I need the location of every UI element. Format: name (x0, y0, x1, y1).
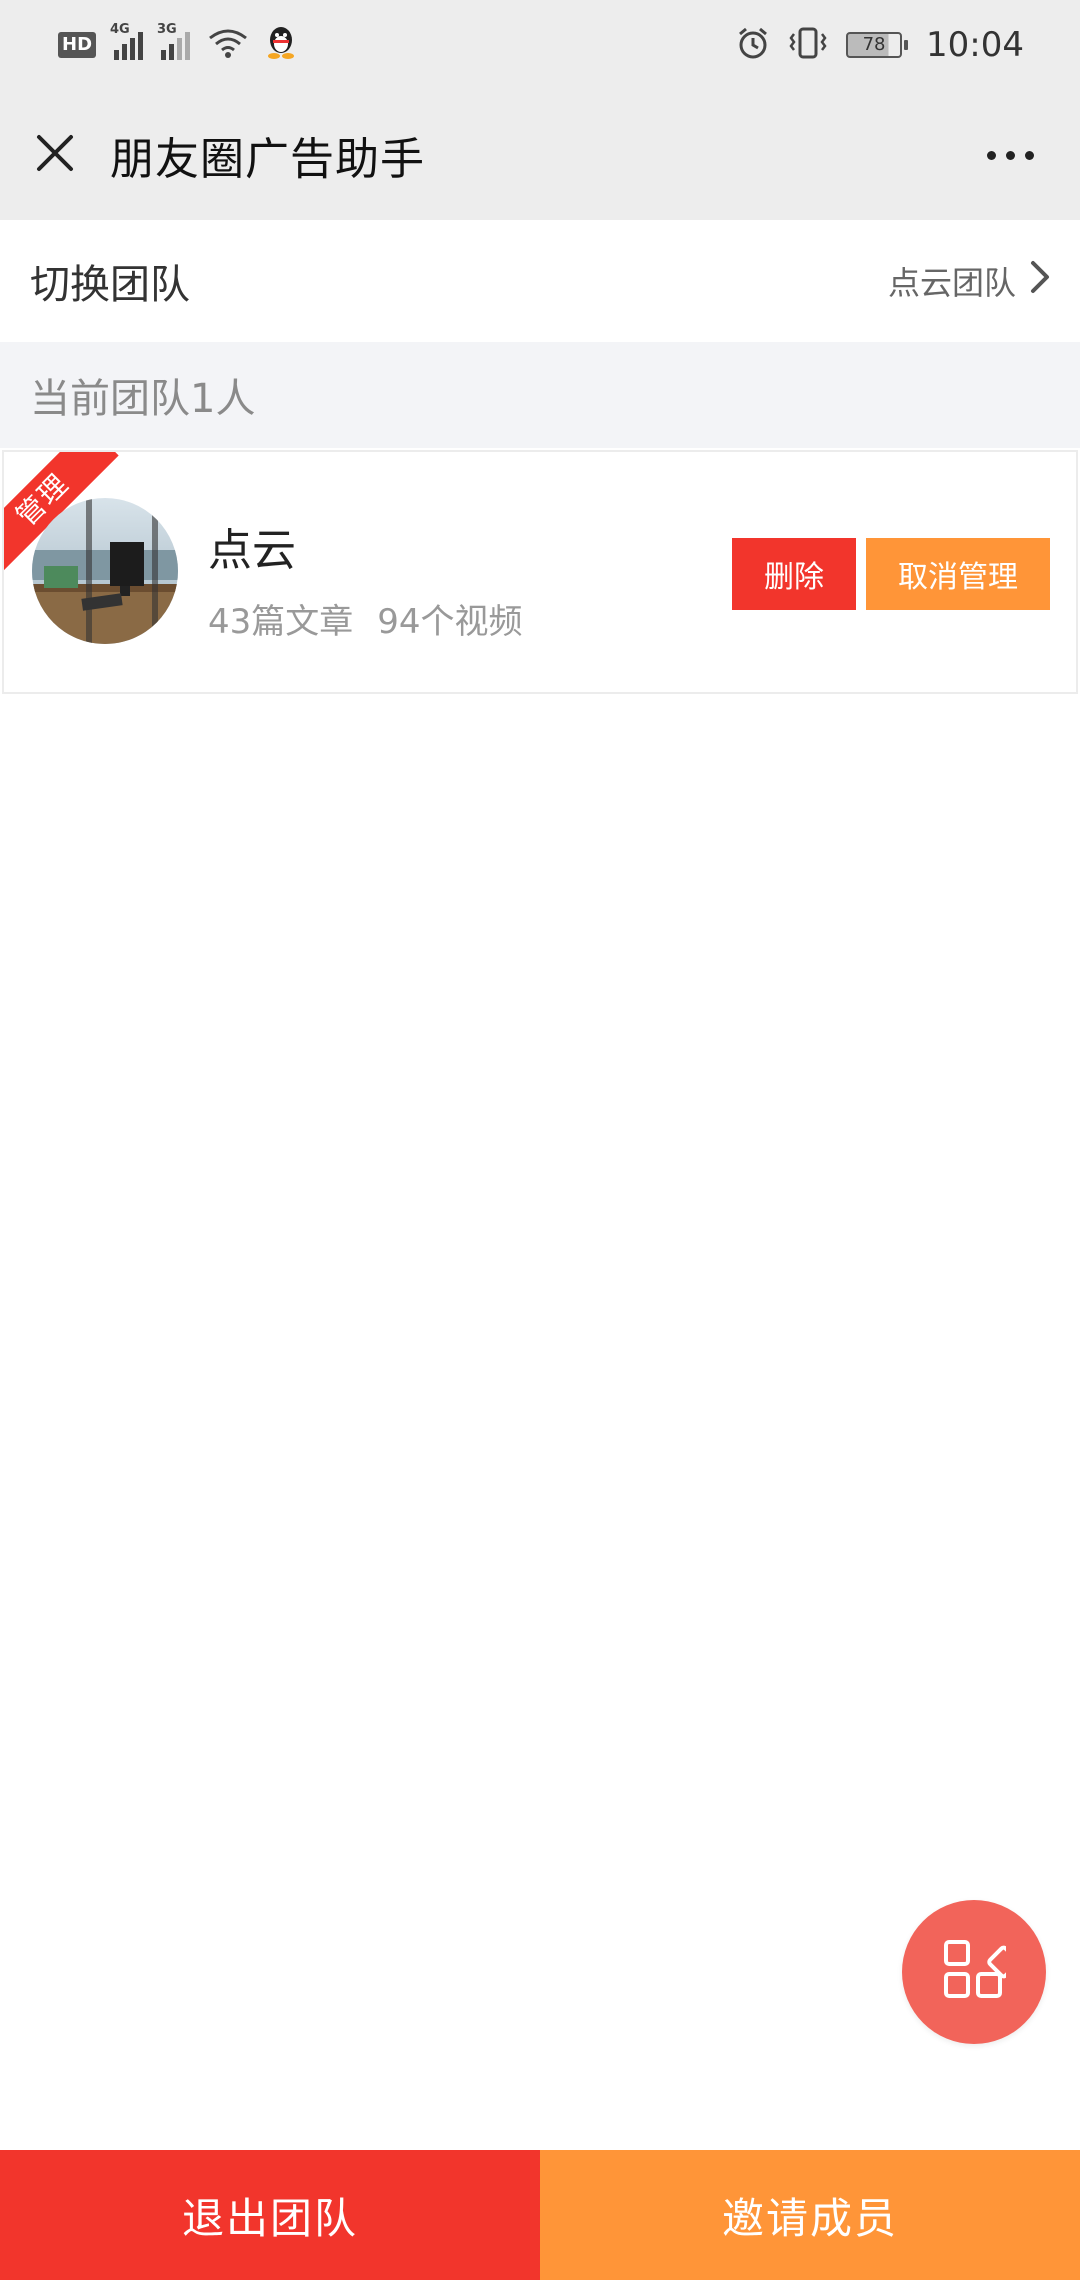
video-count: 94个视频 (377, 602, 523, 642)
member-card: 管理 点云 43篇文章 94个视频 删除 取消管理 (2, 450, 1078, 694)
apps-grid-icon (942, 1938, 1020, 2006)
page: HD 4G 3G 78 10:04 朋友圈广告助手 切换团队 点云团队 当前团队… (0, 0, 1080, 2280)
current-team: 点云团队 (888, 258, 1050, 304)
qq-penguin-icon (266, 26, 296, 64)
current-team-name: 点云团队 (887, 264, 1016, 302)
close-button[interactable] (0, 90, 110, 220)
status-right: 78 10:04 (736, 25, 1024, 65)
wifi-icon (208, 28, 248, 62)
vibrate-icon (788, 26, 828, 64)
more-dot (1024, 150, 1034, 160)
signal-3g-icon: 3G (157, 22, 191, 60)
more-dot (1005, 150, 1015, 160)
battery-icon: 78 (846, 32, 909, 58)
bottom-bar: 退出团队 邀请成员 (0, 2150, 1080, 2280)
status-left: HD 4G 3G (58, 22, 296, 64)
close-icon (33, 131, 77, 179)
cancel-admin-button[interactable]: 取消管理 (866, 538, 1050, 610)
more-button[interactable] (970, 115, 1050, 195)
delete-member-button[interactable]: 删除 (732, 538, 856, 610)
page-title: 朋友圈广告助手 (110, 134, 425, 185)
alarm-icon (736, 26, 770, 64)
signal-4g-icon: 4G (110, 22, 144, 60)
title-bar: 朋友圈广告助手 (0, 90, 1080, 220)
status-bar: HD 4G 3G 78 10:04 (0, 0, 1080, 90)
section-header: 当前团队1人 (0, 342, 1080, 448)
member-name: 点云 (208, 525, 296, 576)
switch-team-row[interactable]: 切换团队 点云团队 (0, 220, 1080, 342)
hd-badge: HD (58, 32, 97, 58)
floating-menu-button[interactable] (902, 1900, 1046, 2044)
battery-level: 78 (846, 32, 903, 58)
net2-label: 3G (157, 22, 177, 37)
clock: 10:04 (926, 25, 1024, 65)
article-count: 43篇文章 (208, 602, 354, 642)
chevron-right-icon (1030, 260, 1050, 302)
net1-label: 4G (110, 22, 130, 37)
more-dot (986, 150, 996, 160)
member-stats: 43篇文章 94个视频 (208, 594, 523, 643)
switch-team-label: 切换团队 (30, 262, 190, 308)
invite-member-button[interactable]: 邀请成员 (540, 2150, 1080, 2280)
exit-team-button[interactable]: 退出团队 (0, 2150, 540, 2280)
avatar[interactable] (32, 498, 178, 644)
team-count-title: 当前团队1人 (30, 376, 256, 422)
